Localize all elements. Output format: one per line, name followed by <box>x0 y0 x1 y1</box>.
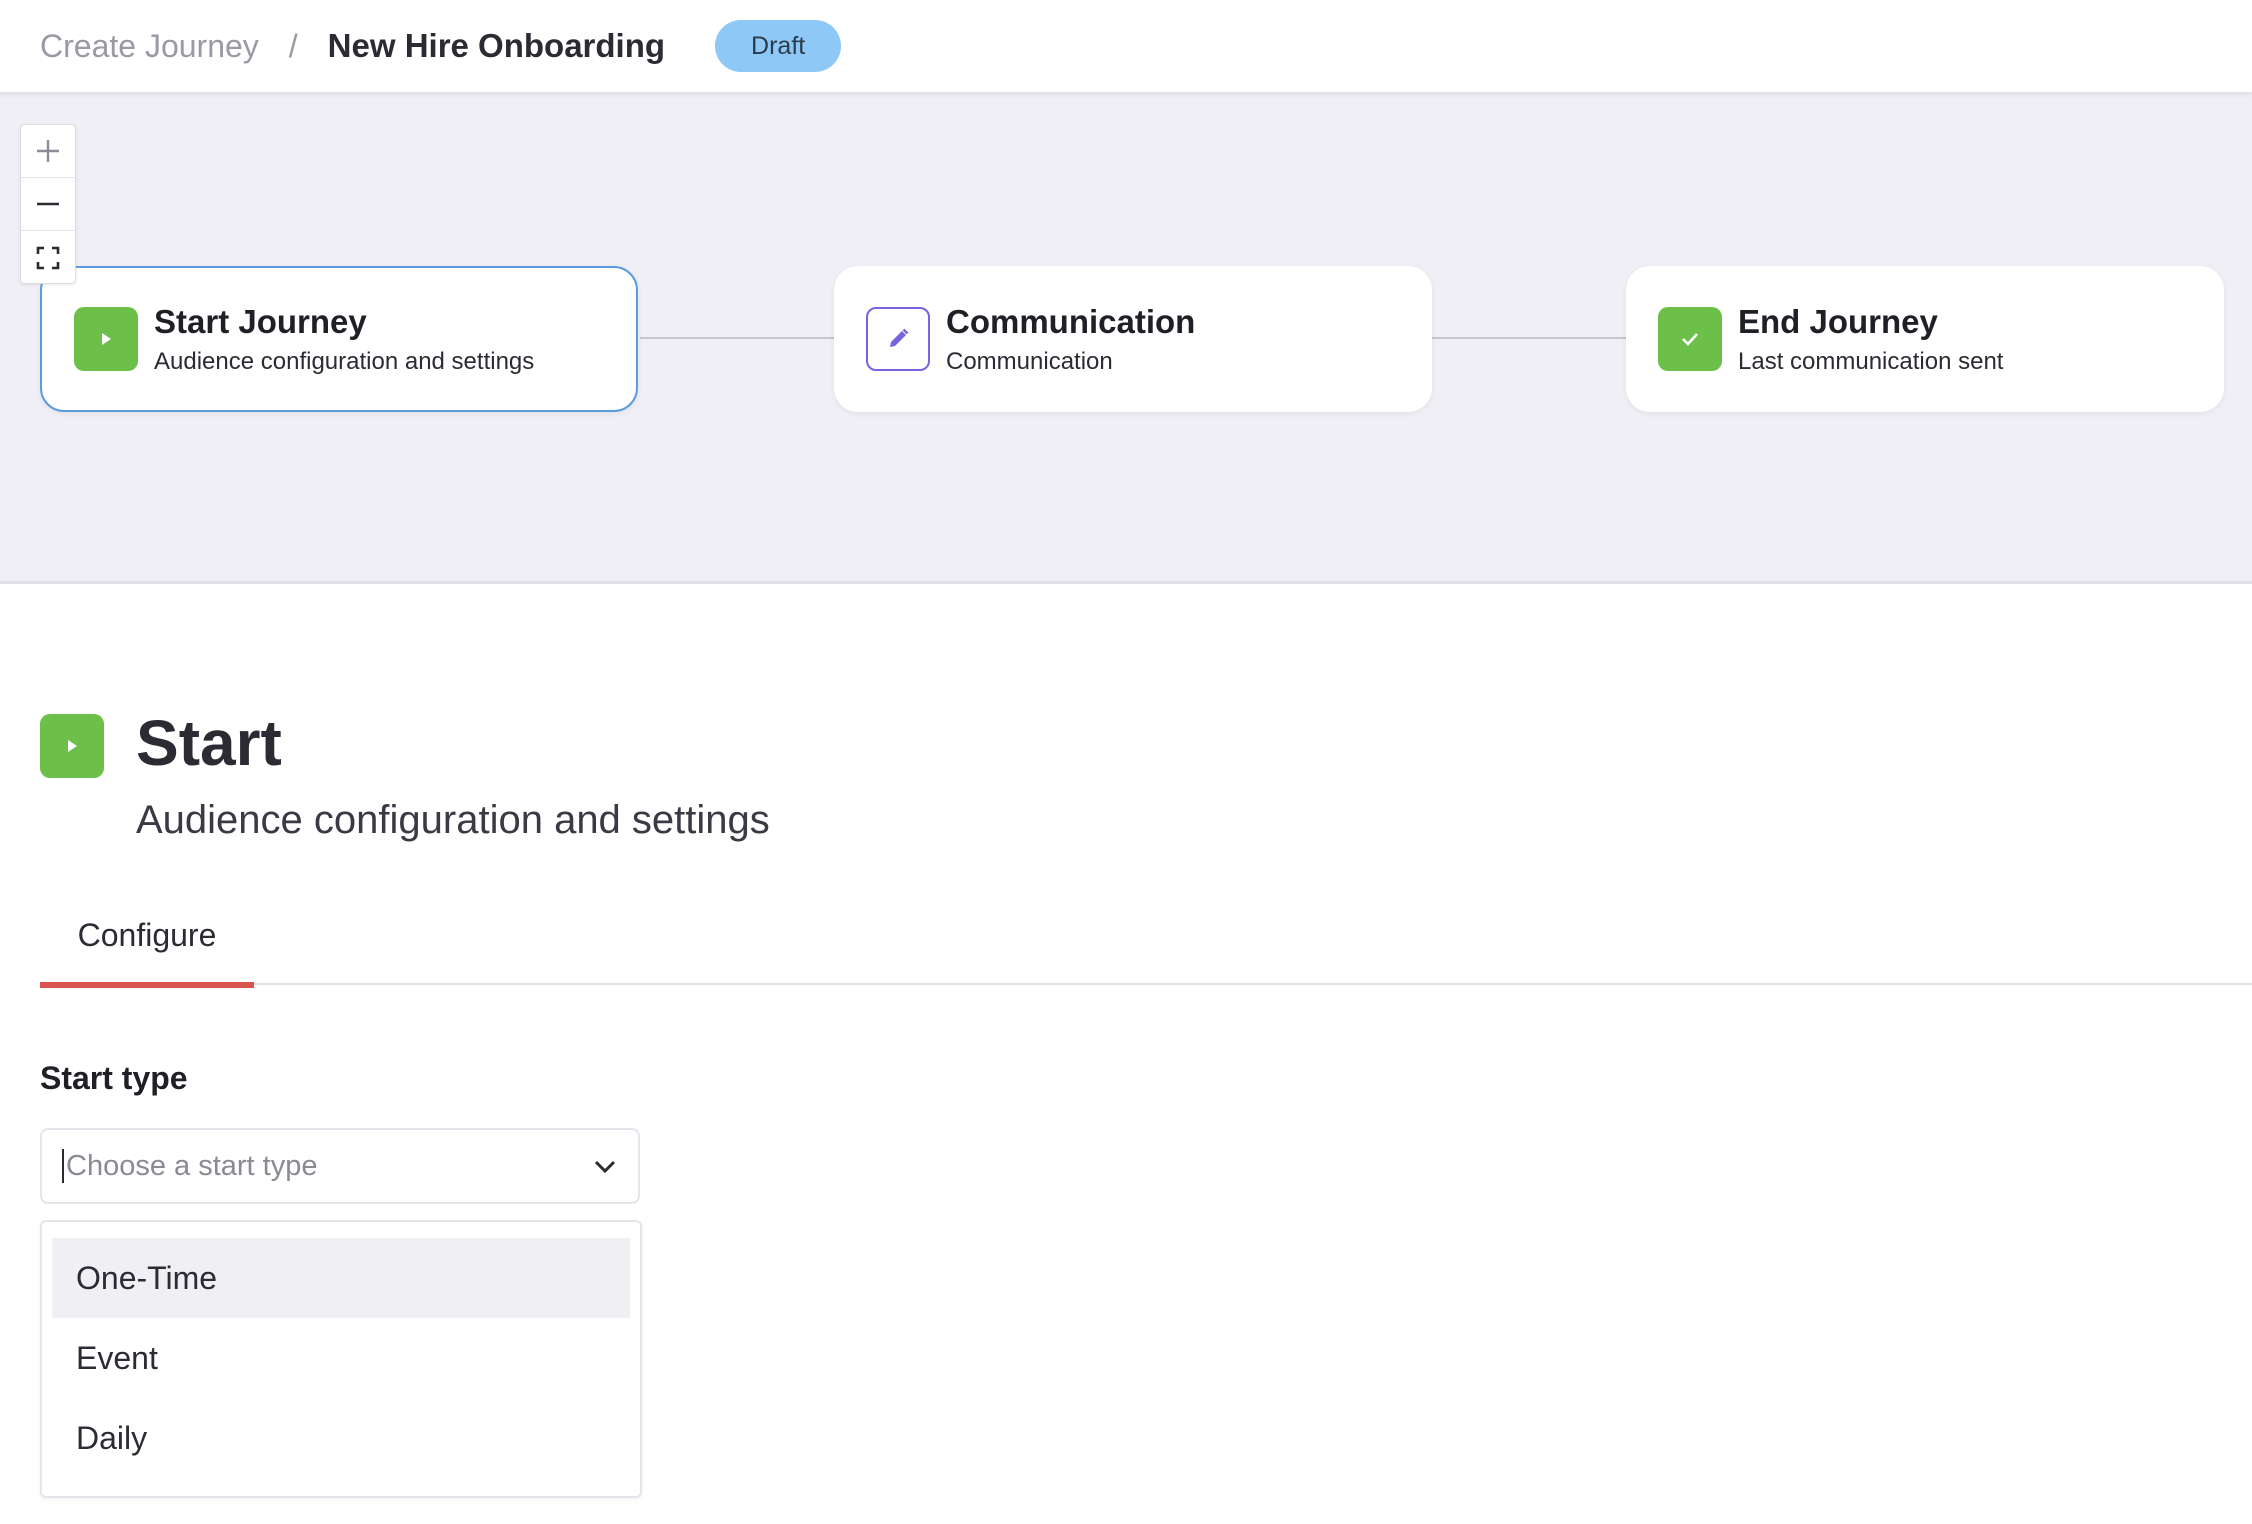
node-subtitle: Audience configuration and settings <box>154 348 535 375</box>
status-badge: Draft <box>715 20 842 72</box>
zoom-in-button[interactable] <box>21 125 75 178</box>
play-icon <box>74 307 138 371</box>
minus-icon <box>37 202 59 206</box>
breadcrumb-separator: / <box>288 27 298 64</box>
start-type-label: Start type <box>40 1060 188 1096</box>
connector-line <box>640 337 834 339</box>
tab-configure[interactable]: Configure <box>40 905 254 988</box>
tab-label: Configure <box>77 917 217 953</box>
zoom-out-button[interactable] <box>21 178 75 231</box>
breadcrumb-create-journey[interactable]: Create Journey <box>40 28 259 65</box>
play-icon <box>40 714 104 778</box>
node-start-journey[interactable]: Start Journey Audience configuration and… <box>40 266 638 412</box>
detail-title: Start <box>136 707 282 779</box>
detail-tabs: Configure <box>40 905 2252 988</box>
chevron-down-icon[interactable] <box>592 1153 618 1179</box>
top-bar: Create Journey / New Hire Onboarding Dra… <box>0 0 2252 94</box>
active-tab-indicator <box>40 982 254 988</box>
node-title: End Journey <box>1738 303 1938 340</box>
detail-subtitle: Audience configuration and settings <box>136 798 770 842</box>
pencil-icon <box>866 307 930 371</box>
node-title: Communication <box>946 303 1196 340</box>
fullscreen-icon <box>36 246 60 269</box>
option-daily[interactable]: Daily <box>52 1398 630 1478</box>
node-subtitle: Communication <box>946 348 1113 375</box>
check-icon <box>1658 307 1722 371</box>
fit-view-button[interactable] <box>21 231 75 284</box>
plus-icon <box>37 140 59 162</box>
text-cursor <box>62 1149 64 1183</box>
start-type-select[interactable]: Choose a start type <box>40 1128 640 1204</box>
page-title: New Hire Onboarding <box>327 27 666 64</box>
option-event[interactable]: Event <box>52 1318 630 1398</box>
node-subtitle: Last communication sent <box>1738 348 2004 375</box>
node-title: Start Journey <box>154 303 367 340</box>
journey-canvas[interactable]: Start Journey Audience configuration and… <box>0 94 2252 584</box>
zoom-controls <box>20 124 76 284</box>
node-end-journey[interactable]: End Journey Last communication sent <box>1626 266 2224 412</box>
option-one-time[interactable]: One-Time <box>52 1238 630 1318</box>
start-type-dropdown-menu: One-Time Event Daily <box>40 1220 642 1498</box>
node-communication[interactable]: Communication Communication <box>834 266 1432 412</box>
start-type-placeholder: Choose a start type <box>66 1149 318 1182</box>
connector-line <box>1430 337 1626 339</box>
